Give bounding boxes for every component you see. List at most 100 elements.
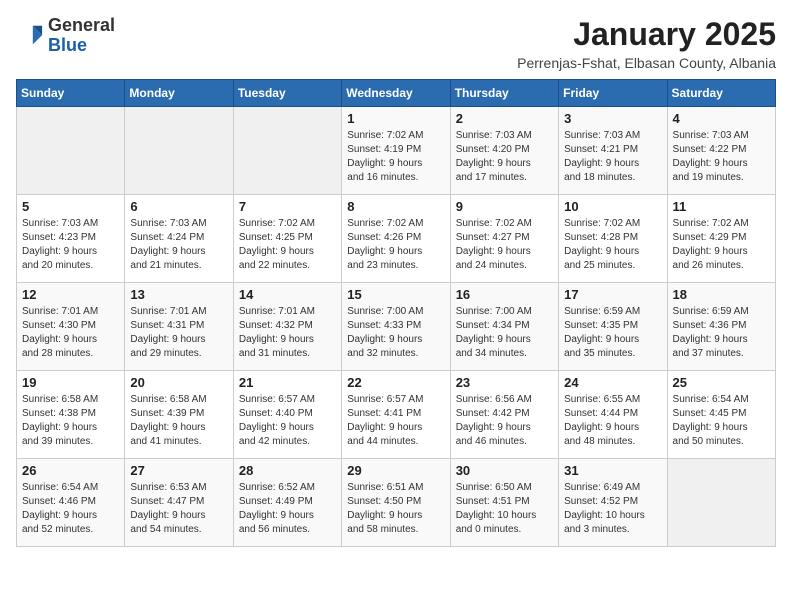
- calendar-cell: 13 Sunrise: 7:01 AM Sunset: 4:31 PM Dayli…: [125, 283, 233, 371]
- day-info: Sunrise: 6:59 AM Sunset: 4:36 PM Dayligh…: [673, 305, 770, 361]
- day-info: Sunrise: 6:53 AM Sunset: 4:47 PM Dayligh…: [130, 481, 227, 537]
- day-number: 3: [564, 111, 661, 126]
- calendar-cell: 19 Sunrise: 6:58 AM Sunset: 4:38 PM Dayli…: [17, 371, 125, 459]
- day-info: Sunrise: 6:49 AM Sunset: 4:52 PM Dayligh…: [564, 481, 661, 537]
- day-info: Sunrise: 6:57 AM Sunset: 4:40 PM Dayligh…: [239, 393, 336, 449]
- calendar-cell: 21 Sunrise: 6:57 AM Sunset: 4:40 PM Dayli…: [233, 371, 341, 459]
- day-number: 12: [22, 287, 119, 302]
- calendar-cell: 30 Sunrise: 6:50 AM Sunset: 4:51 PM Dayli…: [450, 459, 558, 547]
- day-number: 6: [130, 199, 227, 214]
- day-number: 16: [456, 287, 553, 302]
- day-info: Sunrise: 7:00 AM Sunset: 4:34 PM Dayligh…: [456, 305, 553, 361]
- day-number: 21: [239, 375, 336, 390]
- calendar-cell: 17 Sunrise: 6:59 AM Sunset: 4:35 PM Dayli…: [559, 283, 667, 371]
- day-info: Sunrise: 6:59 AM Sunset: 4:35 PM Dayligh…: [564, 305, 661, 361]
- calendar-cell: [233, 107, 341, 195]
- calendar-cell: 4 Sunrise: 7:03 AM Sunset: 4:22 PM Daylig…: [667, 107, 775, 195]
- calendar-cell: 8Sunrise: 7:02 AM Sunset: 4:26 PM Daylig…: [342, 195, 450, 283]
- calendar-cell: 25Sunrise: 6:54 AM Sunset: 4:45 PM Dayli…: [667, 371, 775, 459]
- day-number: 29: [347, 463, 444, 478]
- calendar-cell: 23 Sunrise: 6:56 AM Sunset: 4:42 PM Dayli…: [450, 371, 558, 459]
- col-tuesday: Tuesday: [233, 80, 341, 107]
- day-info: Sunrise: 7:03 AM Sunset: 4:23 PM Dayligh…: [22, 217, 119, 273]
- day-info: Sunrise: 7:02 AM Sunset: 4:29 PM Dayligh…: [673, 217, 770, 273]
- day-number: 22: [347, 375, 444, 390]
- day-info: Sunrise: 7:03 AM Sunset: 4:22 PM Dayligh…: [673, 129, 770, 185]
- calendar-cell: 26 Sunrise: 6:54 AM Sunset: 4:46 PM Dayli…: [17, 459, 125, 547]
- logo-text: General Blue: [48, 16, 115, 56]
- day-info: Sunrise: 6:52 AM Sunset: 4:49 PM Dayligh…: [239, 481, 336, 537]
- day-number: 4: [673, 111, 770, 126]
- day-info: Sunrise: 6:56 AM Sunset: 4:42 PM Dayligh…: [456, 393, 553, 449]
- day-info: Sunrise: 6:54 AM Sunset: 4:46 PM Dayligh…: [22, 481, 119, 537]
- calendar-cell: 31Sunrise: 6:49 AM Sunset: 4:52 PM Dayli…: [559, 459, 667, 547]
- day-number: 28: [239, 463, 336, 478]
- day-number: 19: [22, 375, 119, 390]
- calendar-cell: 6Sunrise: 7:03 AM Sunset: 4:24 PM Daylig…: [125, 195, 233, 283]
- day-number: 30: [456, 463, 553, 478]
- day-info: Sunrise: 6:55 AM Sunset: 4:44 PM Dayligh…: [564, 393, 661, 449]
- calendar-cell: 16 Sunrise: 7:00 AM Sunset: 4:34 PM Dayli…: [450, 283, 558, 371]
- day-number: 23: [456, 375, 553, 390]
- day-info: Sunrise: 6:54 AM Sunset: 4:45 PM Dayligh…: [673, 393, 770, 449]
- day-number: 24: [564, 375, 661, 390]
- calendar-cell: 3 Sunrise: 7:03 AM Sunset: 4:21 PM Daylig…: [559, 107, 667, 195]
- day-info: Sunrise: 7:02 AM Sunset: 4:27 PM Dayligh…: [456, 217, 553, 273]
- day-info: Sunrise: 7:02 AM Sunset: 4:25 PM Dayligh…: [239, 217, 336, 273]
- calendar-cell: [125, 107, 233, 195]
- title-block: January 2025 Perrenjas-Fshat, Elbasan Co…: [517, 16, 776, 71]
- day-number: 20: [130, 375, 227, 390]
- day-info: Sunrise: 7:03 AM Sunset: 4:21 PM Dayligh…: [564, 129, 661, 185]
- day-number: 5: [22, 199, 119, 214]
- calendar-cell: 24 Sunrise: 6:55 AM Sunset: 4:44 PM Dayli…: [559, 371, 667, 459]
- day-number: 8: [347, 199, 444, 214]
- week-row-2: 5 Sunrise: 7:03 AM Sunset: 4:23 PM Daylig…: [17, 195, 776, 283]
- day-info: Sunrise: 6:51 AM Sunset: 4:50 PM Dayligh…: [347, 481, 444, 537]
- col-thursday: Thursday: [450, 80, 558, 107]
- day-number: 18: [673, 287, 770, 302]
- week-row-5: 26 Sunrise: 6:54 AM Sunset: 4:46 PM Dayli…: [17, 459, 776, 547]
- day-number: 1: [347, 111, 444, 126]
- day-info: Sunrise: 6:57 AM Sunset: 4:41 PM Dayligh…: [347, 393, 444, 449]
- day-number: 9: [456, 199, 553, 214]
- calendar-cell: [17, 107, 125, 195]
- calendar-cell: 2Sunrise: 7:03 AM Sunset: 4:20 PM Daylig…: [450, 107, 558, 195]
- col-sunday: Sunday: [17, 80, 125, 107]
- day-info: Sunrise: 6:58 AM Sunset: 4:38 PM Dayligh…: [22, 393, 119, 449]
- day-info: Sunrise: 6:58 AM Sunset: 4:39 PM Dayligh…: [130, 393, 227, 449]
- day-number: 17: [564, 287, 661, 302]
- day-info: Sunrise: 7:02 AM Sunset: 4:19 PM Dayligh…: [347, 129, 444, 185]
- calendar-cell: 27Sunrise: 6:53 AM Sunset: 4:47 PM Dayli…: [125, 459, 233, 547]
- calendar-cell: [667, 459, 775, 547]
- calendar-cell: 12Sunrise: 7:01 AM Sunset: 4:30 PM Dayli…: [17, 283, 125, 371]
- calendar-cell: 29 Sunrise: 6:51 AM Sunset: 4:50 PM Dayli…: [342, 459, 450, 547]
- calendar-cell: 9 Sunrise: 7:02 AM Sunset: 4:27 PM Daylig…: [450, 195, 558, 283]
- calendar-cell: 14Sunrise: 7:01 AM Sunset: 4:32 PM Dayli…: [233, 283, 341, 371]
- day-number: 15: [347, 287, 444, 302]
- location-subtitle: Perrenjas-Fshat, Elbasan County, Albania: [517, 55, 776, 71]
- day-number: 2: [456, 111, 553, 126]
- page-header: General Blue January 2025 Perrenjas-Fsha…: [16, 16, 776, 71]
- month-year-title: January 2025: [517, 16, 776, 53]
- logo-icon: [16, 22, 44, 50]
- calendar-cell: 5 Sunrise: 7:03 AM Sunset: 4:23 PM Daylig…: [17, 195, 125, 283]
- calendar-cell: 10Sunrise: 7:02 AM Sunset: 4:28 PM Dayli…: [559, 195, 667, 283]
- day-number: 26: [22, 463, 119, 478]
- col-friday: Friday: [559, 80, 667, 107]
- col-wednesday: Wednesday: [342, 80, 450, 107]
- day-number: 13: [130, 287, 227, 302]
- logo: General Blue: [16, 16, 115, 56]
- week-row-1: 1 Sunrise: 7:02 AM Sunset: 4:19 PM Daylig…: [17, 107, 776, 195]
- col-monday: Monday: [125, 80, 233, 107]
- day-info: Sunrise: 6:50 AM Sunset: 4:51 PM Dayligh…: [456, 481, 553, 537]
- day-number: 14: [239, 287, 336, 302]
- calendar-cell: 18 Sunrise: 6:59 AM Sunset: 4:36 PM Dayli…: [667, 283, 775, 371]
- day-info: Sunrise: 7:01 AM Sunset: 4:31 PM Dayligh…: [130, 305, 227, 361]
- day-info: Sunrise: 7:00 AM Sunset: 4:33 PM Dayligh…: [347, 305, 444, 361]
- calendar-header-row: Sunday Monday Tuesday Wednesday Thursday…: [17, 80, 776, 107]
- calendar-cell: 28 Sunrise: 6:52 AM Sunset: 4:49 PM Dayli…: [233, 459, 341, 547]
- col-saturday: Saturday: [667, 80, 775, 107]
- calendar-cell: 15 Sunrise: 7:00 AM Sunset: 4:33 PM Dayli…: [342, 283, 450, 371]
- day-number: 10: [564, 199, 661, 214]
- calendar-cell: 22 Sunrise: 6:57 AM Sunset: 4:41 PM Dayli…: [342, 371, 450, 459]
